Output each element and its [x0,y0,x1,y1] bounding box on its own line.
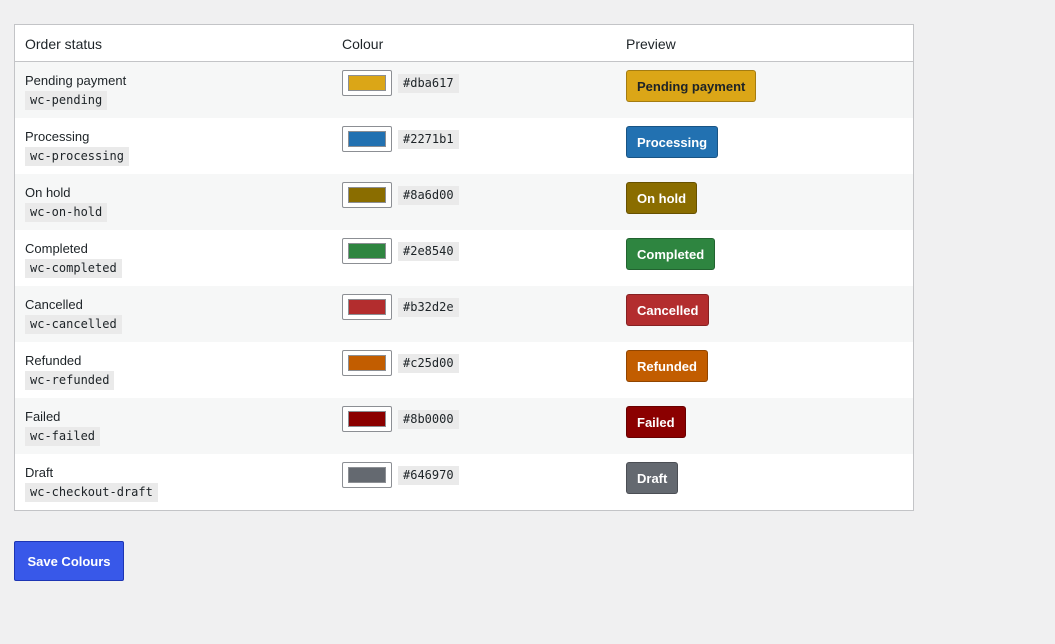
preview-cell: Processing [616,118,913,158]
colour-picker-button[interactable] [342,238,392,264]
table-row: Pending payment wc-pending #dba617 Pendi… [15,62,913,118]
colour-swatch [348,75,386,91]
status-slug: wc-processing [25,147,129,166]
colour-swatch [348,299,386,315]
status-slug: wc-failed [25,427,101,446]
preview-cell: Refunded [616,342,913,382]
status-slug: wc-refunded [25,371,115,390]
colour-cell: #dba617 [332,62,616,96]
header-colour: Colour [342,35,384,52]
table-row: Draft wc-checkout-draft #646970 Draft [15,454,913,510]
colour-swatch [348,131,386,147]
status-cell: Pending payment wc-pending [15,62,332,110]
colour-swatch [348,187,386,203]
table-row: On hold wc-on-hold #8a6d00 On hold [15,174,913,230]
status-slug: wc-checkout-draft [25,483,158,502]
hex-code: #8b0000 [398,409,459,429]
header-order-status: Order status [25,35,103,52]
hex-code: #2271b1 [398,129,459,149]
preview-cell: Failed [616,398,913,438]
status-cell: On hold wc-on-hold [15,174,332,222]
colour-swatch [348,467,386,483]
status-preview-badge: On hold [626,182,698,214]
colour-cell: #c25d00 [332,342,616,376]
table-row: Completed wc-completed #2e8540 Completed [15,230,913,286]
table-row: Failed wc-failed #8b0000 Failed [15,398,913,454]
save-colours-button[interactable]: Save Colours [14,541,124,581]
status-name: Completed [25,241,88,256]
header-preview: Preview [626,35,676,52]
colour-swatch [348,243,386,259]
colour-cell: #2271b1 [332,118,616,152]
order-status-table: Order status Colour Preview Pending paym… [14,24,914,511]
status-cell: Completed wc-completed [15,230,332,278]
colour-cell: #8b0000 [332,398,616,432]
colour-picker-button[interactable] [342,182,392,208]
status-cell: Failed wc-failed [15,398,332,446]
colour-picker-button[interactable] [342,462,392,488]
colour-picker-button[interactable] [342,70,392,96]
table-row: Refunded wc-refunded #c25d00 Refunded [15,342,913,398]
hex-code: #646970 [398,465,459,485]
colour-cell: #8a6d00 [332,174,616,208]
status-preview-badge: Cancelled [626,294,710,326]
preview-cell: Pending payment [616,62,913,102]
status-name: On hold [25,185,71,200]
status-name: Failed [25,409,61,424]
colour-cell: #2e8540 [332,230,616,264]
colour-picker-button[interactable] [342,126,392,152]
status-preview-badge: Pending payment [626,70,757,102]
status-preview-badge: Refunded [626,350,708,382]
hex-code: #2e8540 [398,241,459,261]
colour-picker-button[interactable] [342,294,392,320]
status-name: Pending payment [25,73,127,88]
colour-picker-button[interactable] [342,350,392,376]
hex-code: #c25d00 [398,353,459,373]
preview-cell: Completed [616,230,913,270]
order-status-colours-page: Order status Colour Preview Pending paym… [0,0,1055,644]
status-cell: Draft wc-checkout-draft [15,454,332,502]
status-slug: wc-cancelled [25,315,122,334]
status-cell: Cancelled wc-cancelled [15,286,332,334]
colour-cell: #b32d2e [332,286,616,320]
status-preview-badge: Completed [626,238,716,270]
status-preview-badge: Failed [626,406,686,438]
hex-code: #8a6d00 [398,185,459,205]
status-name: Refunded [25,353,82,368]
status-cell: Processing wc-processing [15,118,332,166]
colour-swatch [348,411,386,427]
status-name: Draft [25,465,54,480]
status-slug: wc-on-hold [25,203,108,222]
colour-swatch [348,355,386,371]
table-row: Processing wc-processing #2271b1 Process… [15,118,913,174]
status-name: Processing [25,129,90,144]
colour-cell: #646970 [332,454,616,488]
status-cell: Refunded wc-refunded [15,342,332,390]
status-slug: wc-completed [25,259,122,278]
hex-code: #b32d2e [398,297,459,317]
preview-cell: Draft [616,454,913,494]
status-name: Cancelled [25,297,83,312]
status-preview-badge: Draft [626,462,679,494]
table-row: Cancelled wc-cancelled #b32d2e Cancelled [15,286,913,342]
colour-picker-button[interactable] [342,406,392,432]
preview-cell: On hold [616,174,913,214]
hex-code: #dba617 [398,73,459,93]
preview-cell: Cancelled [616,286,913,326]
status-preview-badge: Processing [626,126,719,158]
table-header: Order status Colour Preview [15,25,913,62]
status-slug: wc-pending [25,91,108,110]
